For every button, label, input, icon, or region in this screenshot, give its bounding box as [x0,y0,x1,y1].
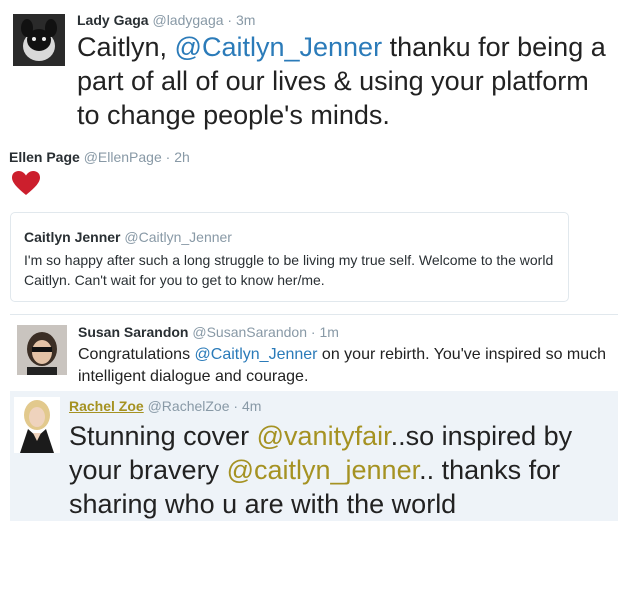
author-name[interactable]: Rachel Zoe [69,398,144,414]
timestamp[interactable]: 1m [319,324,338,340]
tweet-text-part: Caitlyn, [77,32,175,62]
avatar-rachel-zoe[interactable] [14,397,60,453]
tweet-susan-sarandon: Susan Sarandon @SusanSarandon · 1m Congr… [10,314,618,391]
mention-link[interactable]: @Caitlyn_Jenner [195,346,318,363]
mention-link[interactable]: @vanityfair [257,421,391,451]
heart-icon [11,170,41,196]
author-name[interactable]: Susan Sarandon [78,324,188,340]
author-handle[interactable]: @Caitlyn_Jenner [124,229,232,245]
mention-link[interactable]: @caitlyn_jenner [227,455,420,485]
author-handle[interactable]: @RachelZoe [148,398,230,414]
tweet-header-lady-gaga: Lady Gaga @ladygaga · 3m [77,12,255,28]
tweet-text-lady-gaga: Caitlyn, @Caitlyn_Jenner thanku for bein… [77,30,617,132]
timestamp[interactable]: 2h [174,149,190,165]
tweet-header-susan-sarandon: Susan Sarandon @SusanSarandon · 1m [78,324,339,340]
separator: · [227,12,233,28]
avatar-lady-gaga[interactable] [13,14,65,66]
author-handle[interactable]: @SusanSarandon [192,324,307,340]
separator: · [233,398,239,414]
tweet-text-part: Congratulations [78,346,195,363]
mention-link[interactable]: @Caitlyn_Jenner [175,32,383,62]
tweet-text-part: Stunning cover [69,421,257,451]
author-name[interactable]: Caitlyn Jenner [24,229,120,245]
tweet-text-rachel-zoe: Stunning cover @vanityfair..so inspired … [69,419,614,521]
avatar-susan-sarandon[interactable] [17,325,67,375]
timestamp[interactable]: 4m [242,398,261,414]
separator: · [310,324,316,340]
timestamp[interactable]: 3m [236,12,255,28]
author-handle[interactable]: @ladygaga [152,12,223,28]
author-handle[interactable]: @EllenPage [84,149,162,165]
quoted-tweet-header: Caitlyn Jenner @Caitlyn_Jenner [24,229,232,245]
author-name[interactable]: Ellen Page [9,149,80,165]
separator: · [165,149,171,165]
quoted-tweet-card[interactable]: Caitlyn Jenner @Caitlyn_Jenner I'm so ha… [10,212,569,302]
tweet-rachel-zoe: Rachel Zoe @RachelZoe · 4m Stunning cove… [10,391,618,521]
tweet-text-susan-sarandon: Congratulations @Caitlyn_Jenner on your … [78,344,613,388]
tweet-header-ellen-page: Ellen Page @EllenPage · 2h [9,149,190,165]
author-name[interactable]: Lady Gaga [77,12,149,28]
quoted-tweet-text: I'm so happy after such a long struggle … [24,252,554,288]
tweet-header-rachel-zoe: Rachel Zoe @RachelZoe · 4m [69,398,261,414]
